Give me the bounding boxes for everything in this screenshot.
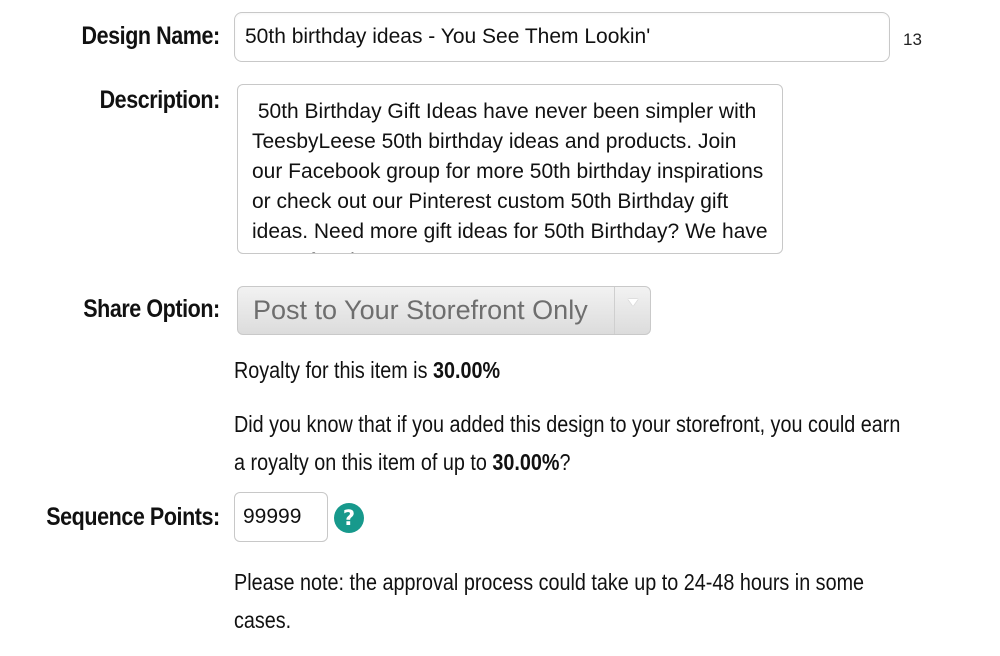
question-circle-icon[interactable]: ? [334, 503, 364, 533]
upsell-text: Did you know that if you added this desi… [234, 405, 900, 481]
sequence-points-label: Sequence Points: [46, 503, 220, 531]
sequence-points-input[interactable] [234, 492, 328, 542]
design-name-label: Design Name: [81, 22, 221, 50]
design-name-input[interactable] [234, 12, 890, 62]
description-textarea[interactable]: 50th Birthday Gift Ideas have never been… [237, 84, 783, 254]
character-count: 13 [903, 30, 922, 49]
description-label: Description: [99, 86, 221, 114]
share-option-selected-value: Post to Your Storefront Only [253, 295, 588, 325]
royalty-prefix: Royalty for this item is [234, 357, 433, 383]
upsell-prefix: a royalty on this item of up to [234, 449, 493, 475]
share-option-select[interactable]: Post to Your Storefront Only [237, 286, 651, 335]
upsell-suffix: ? [559, 449, 571, 475]
approval-note-line-1: Please note: the approval process could … [234, 569, 865, 595]
chevron-down-icon[interactable] [614, 287, 650, 334]
upsell-line-2: a royalty on this item of up to 30.00%? [234, 443, 900, 481]
approval-note: Please note: the approval process could … [234, 563, 864, 639]
share-option-label: Share Option: [83, 295, 220, 323]
royalty-text: Royalty for this item is 30.00% [234, 357, 500, 384]
approval-note-line-2: cases. [234, 607, 292, 633]
upsell-royalty-value: 30.00% [492, 449, 560, 475]
upsell-line-1: Did you know that if you added this desi… [234, 411, 901, 437]
royalty-value: 30.00% [432, 357, 501, 383]
